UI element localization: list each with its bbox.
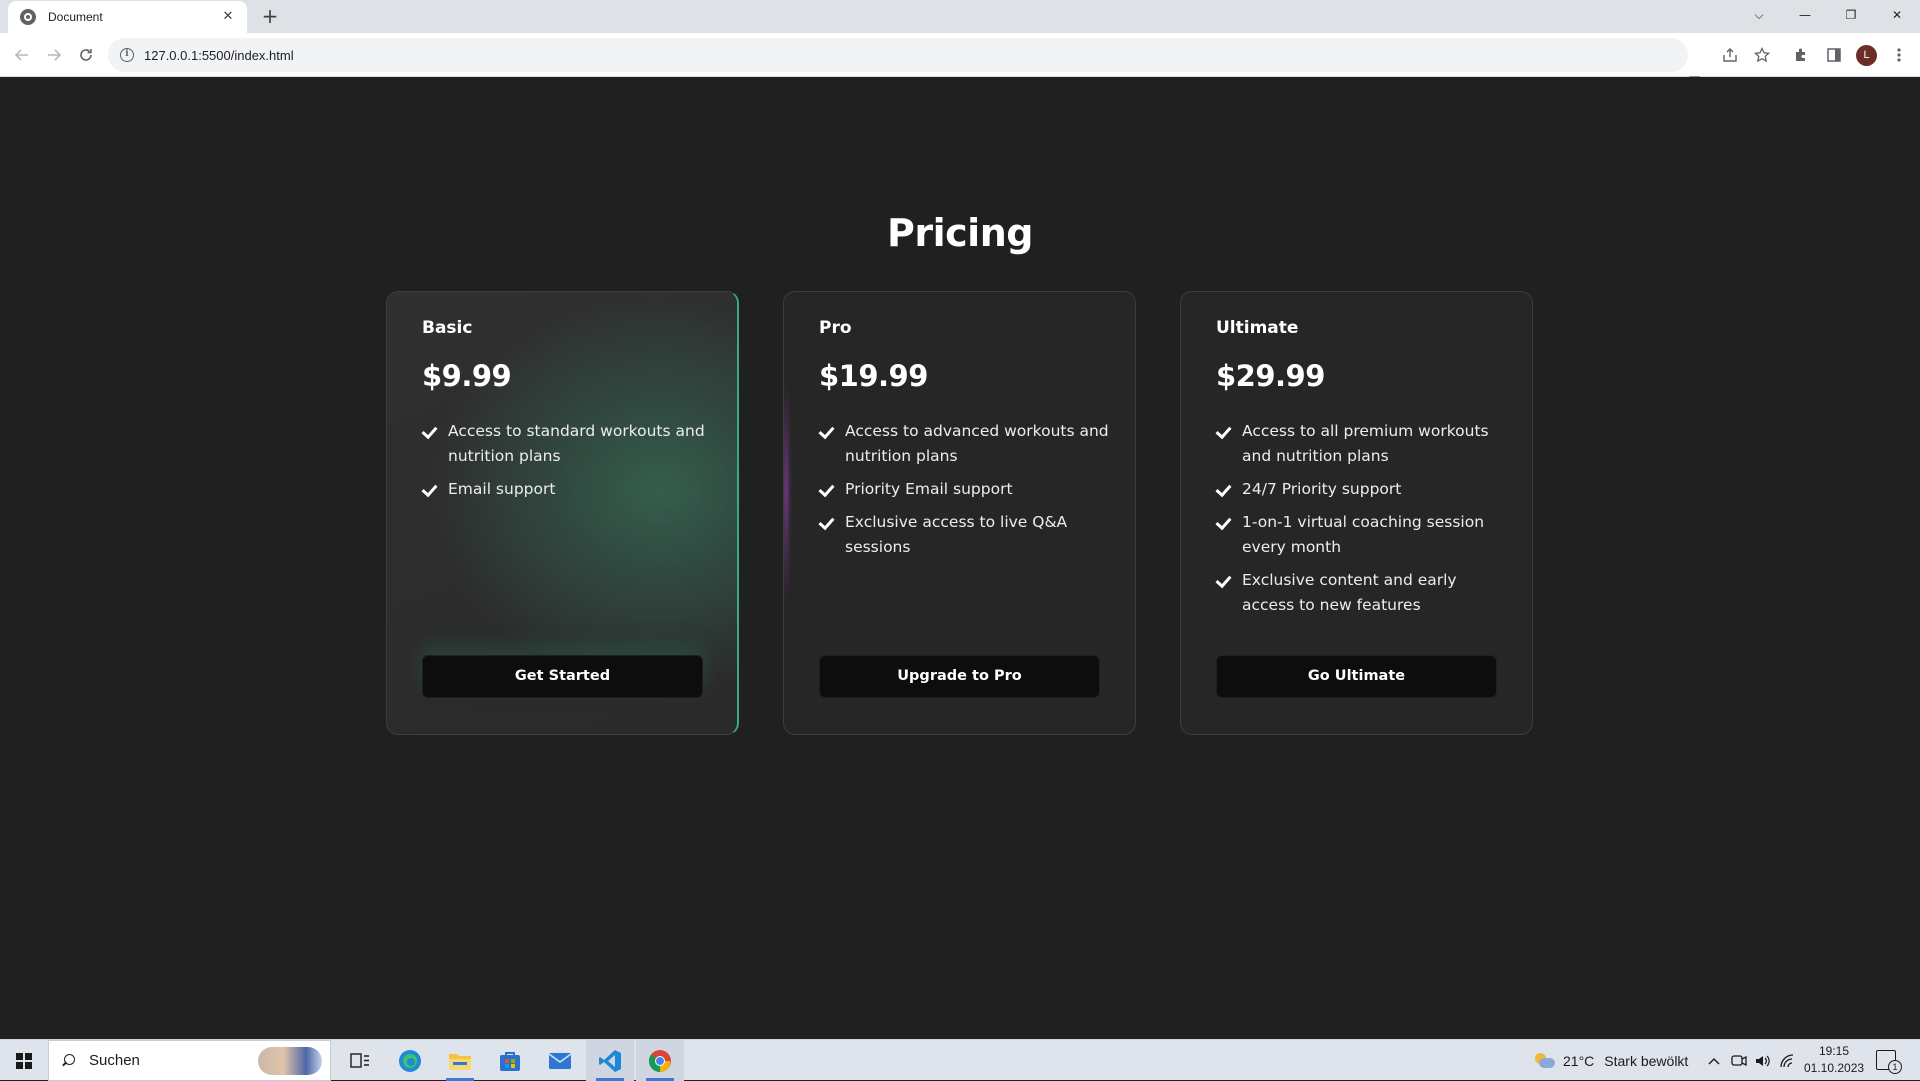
browser-toolbar: i 127.0.0.1:5500/index.html L	[0, 33, 1920, 90]
file-explorer-icon[interactable]	[436, 1040, 484, 1081]
minimize-button[interactable]: —	[1782, 0, 1828, 30]
checkmark-icon	[819, 419, 836, 444]
page-title: Pricing	[887, 211, 1033, 255]
search-highlight-illustration	[258, 1047, 322, 1075]
mail-icon[interactable]	[536, 1040, 584, 1081]
plan-price: $19.99	[819, 359, 928, 393]
globe-favicon-icon	[20, 9, 36, 25]
weather-temp: 21°C	[1563, 1052, 1595, 1069]
url-text[interactable]: 127.0.0.1:5500/index.html	[144, 48, 294, 63]
plan-name: Ultimate	[1216, 318, 1299, 338]
get-started-button[interactable]: Get Started	[422, 655, 703, 698]
plan-price: $29.99	[1216, 359, 1325, 393]
page-content: Pricing Basic $9.99 Access to standard w…	[0, 77, 1920, 1039]
taskbar-search[interactable]: Suchen	[48, 1040, 331, 1081]
feature-text: 1-on-1 virtual coaching session every mo…	[1242, 513, 1485, 556]
feature-text: Email support	[448, 480, 556, 498]
feature-text: Exclusive access to live Q&A sessions	[845, 513, 1068, 556]
weather-widget[interactable]: 21°C Stark bewölkt	[1533, 1040, 1688, 1081]
feature-list: Access to standard workouts and nutritio…	[422, 419, 712, 510]
browser-tab[interactable]: Document ✕	[8, 1, 247, 33]
checkmark-icon	[1216, 419, 1233, 444]
feature-item: 1-on-1 virtual coaching session every mo…	[1216, 510, 1506, 560]
windows-logo-icon	[16, 1052, 32, 1069]
pricing-card-pro: Pro $19.99 Access to advanced workouts a…	[783, 291, 1136, 735]
checkmark-icon	[1216, 477, 1233, 502]
side-panel-icon[interactable]	[1824, 45, 1844, 65]
feature-text: Access to standard workouts and nutritio…	[448, 422, 705, 465]
tab-title: Document	[48, 10, 103, 24]
clock-time: 19:15	[1818, 1044, 1850, 1058]
edge-icon[interactable]	[386, 1040, 434, 1081]
weather-condition: Stark bewölkt	[1604, 1052, 1689, 1069]
feature-item: Email support	[422, 477, 712, 502]
tab-search-chevron-icon[interactable]: ⌵	[1736, 0, 1782, 30]
search-placeholder: Suchen	[89, 1052, 140, 1069]
feature-item: Exclusive content and early access to ne…	[1216, 568, 1506, 618]
checkmark-icon	[1216, 568, 1233, 593]
extensions-icon[interactable]	[1791, 45, 1811, 65]
bookmark-star-icon[interactable]	[1752, 45, 1772, 65]
reload-icon[interactable]	[72, 41, 100, 69]
task-view-icon[interactable]	[336, 1040, 384, 1081]
taskbar-clock[interactable]: 19:15 01.10.2023	[1804, 1043, 1864, 1077]
plan-name: Basic	[422, 318, 473, 338]
feature-text: Access to advanced workouts and nutritio…	[845, 422, 1109, 465]
show-hidden-icons-chevron-icon[interactable]	[1707, 1040, 1721, 1081]
cloudy-weather-icon	[1533, 1052, 1555, 1069]
feature-text: Exclusive content and early access to ne…	[1242, 571, 1457, 614]
restore-button[interactable]: ❐	[1828, 0, 1874, 30]
plan-name: Pro	[819, 318, 852, 338]
checkmark-icon	[422, 477, 439, 502]
clock-date: 01.10.2023	[1804, 1061, 1865, 1075]
checkmark-icon	[819, 510, 836, 535]
share-icon[interactable]	[1720, 45, 1740, 65]
feature-item: 24/7 Priority support	[1216, 477, 1506, 502]
plan-price: $9.99	[422, 359, 512, 393]
feature-text: Access to all premium workouts and nutri…	[1242, 422, 1489, 465]
forward-icon[interactable]	[40, 41, 68, 69]
browser-tab-strip: Document ✕ + ⌵ — ❐ ✕	[0, 0, 1920, 33]
checkmark-icon	[1216, 510, 1233, 535]
meet-now-icon[interactable]	[1731, 1040, 1747, 1081]
feature-list: Access to advanced workouts and nutritio…	[819, 419, 1109, 568]
close-window-button[interactable]: ✕	[1874, 0, 1920, 30]
vscode-icon[interactable]	[586, 1040, 634, 1081]
feature-list: Access to all premium workouts and nutri…	[1216, 419, 1506, 626]
tab-close-icon[interactable]: ✕	[219, 8, 237, 26]
volume-icon[interactable]	[1755, 1040, 1771, 1081]
go-ultimate-button[interactable]: Go Ultimate	[1216, 655, 1497, 698]
notification-count-badge: 1	[1888, 1060, 1902, 1074]
checkmark-icon	[819, 477, 836, 502]
feature-item: Priority Email support	[819, 477, 1109, 502]
start-button[interactable]	[0, 1040, 48, 1081]
feature-item: Exclusive access to live Q&A sessions	[819, 510, 1109, 560]
store-icon[interactable]	[486, 1040, 534, 1081]
pricing-card-basic: Basic $9.99 Access to standard workouts …	[386, 291, 739, 735]
chrome-icon[interactable]	[636, 1040, 684, 1081]
back-icon[interactable]	[8, 41, 36, 69]
search-icon	[61, 1053, 75, 1068]
feature-text: Priority Email support	[845, 480, 1013, 498]
new-tab-button[interactable]: +	[258, 5, 282, 29]
taskbar: Suchen 21°C Stark bewölkt 19:15 01.10.20…	[0, 1039, 1920, 1081]
wifi-icon[interactable]	[1779, 1040, 1795, 1081]
address-bar[interactable]: i 127.0.0.1:5500/index.html	[108, 38, 1688, 72]
more-menu-icon[interactable]	[1889, 45, 1909, 65]
pricing-card-ultimate: Ultimate $29.99 Access to all premium wo…	[1180, 291, 1533, 735]
feature-item: Access to standard workouts and nutritio…	[422, 419, 712, 469]
feature-text: 24/7 Priority support	[1242, 480, 1402, 498]
checkmark-icon	[422, 419, 439, 444]
site-info-icon[interactable]: i	[120, 48, 134, 62]
profile-avatar[interactable]: L	[1856, 45, 1877, 66]
feature-item: Access to all premium workouts and nutri…	[1216, 419, 1506, 469]
feature-item: Access to advanced workouts and nutritio…	[819, 419, 1109, 469]
upgrade-to-pro-button[interactable]: Upgrade to Pro	[819, 655, 1100, 698]
